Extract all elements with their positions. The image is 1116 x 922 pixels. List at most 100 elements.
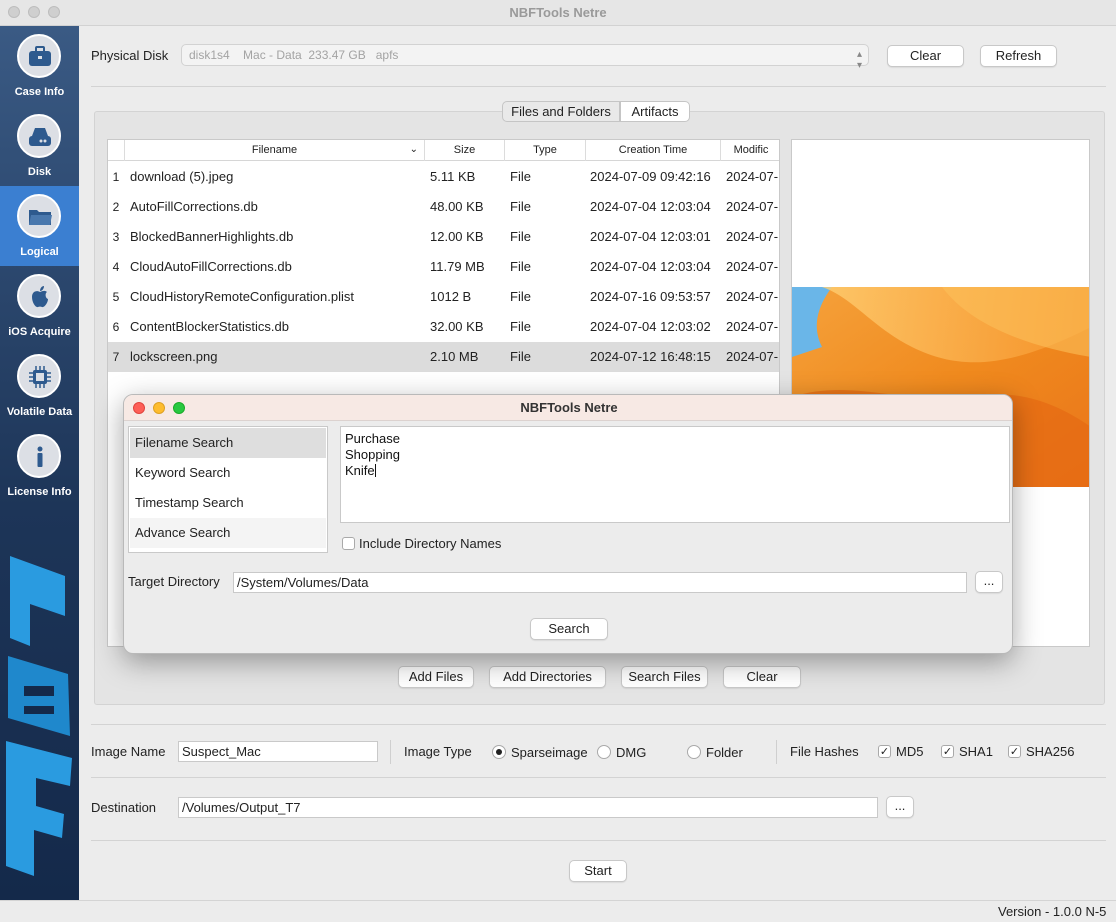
- column-header-label: Filename: [251, 144, 298, 156]
- cell-filename: ContentBlockerStatistics.db: [130, 319, 289, 334]
- hard-disk-icon: [17, 114, 61, 158]
- tab-artifacts[interactable]: Artifacts: [620, 101, 690, 122]
- divider: [91, 86, 1106, 87]
- table-header: Filename ⌄ Size Type Creation Time Modif…: [108, 140, 779, 161]
- cell-type: File: [510, 229, 531, 244]
- sha1-checkbox[interactable]: ✓: [941, 745, 954, 758]
- cell-creation-time: 2024-07-04 12:03:02: [590, 319, 711, 334]
- chevron-updown-icon: ▴ ▾: [856, 49, 862, 71]
- start-button[interactable]: Start: [569, 860, 627, 882]
- destination-label: Destination: [91, 800, 157, 815]
- search-type-list: Filename Search Keyword Search Timestamp…: [128, 426, 328, 553]
- disk-clear-button[interactable]: Clear: [887, 45, 964, 67]
- search-term: Purchase: [345, 431, 400, 446]
- image-type-label: Image Type: [404, 744, 472, 759]
- table-row[interactable]: 7 lockscreen.png 2.10 MB File 2024-07-12 16:…: [108, 342, 779, 372]
- nbf-logo: [6, 556, 72, 876]
- column-header-type[interactable]: Type: [504, 140, 585, 161]
- sidebar-item-volatile-data[interactable]: Volatile Data: [0, 346, 79, 426]
- files-clear-button[interactable]: Clear: [723, 666, 801, 688]
- table-row[interactable]: 6 ContentBlockerStatistics.db 32.00 KB File…: [108, 312, 779, 342]
- cell-modified: 2024-07-: [726, 349, 779, 364]
- cell-filename: CloudAutoFillCorrections.db: [130, 259, 292, 274]
- cell-filename: CloudHistoryRemoteConfiguration.plist: [130, 289, 354, 304]
- physical-disk-label: Physical Disk: [91, 48, 169, 63]
- image-type-folder-radio[interactable]: [687, 745, 701, 759]
- cell-modified: 2024-07-: [726, 229, 779, 244]
- image-type-sparseimage-radio[interactable]: [492, 745, 506, 759]
- cell-creation-time: 2024-07-04 12:03:01: [590, 229, 711, 244]
- column-header-creation-time[interactable]: Creation Time: [585, 140, 720, 161]
- target-directory-label: Target Directory: [128, 574, 220, 589]
- search-terms-textarea[interactable]: Purchase Shopping Knife: [340, 426, 1010, 523]
- table-row[interactable]: 2 AutoFillCorrections.db 48.00 KB File 2024-…: [108, 192, 779, 222]
- sidebar-item-case-info[interactable]: Case Info: [0, 26, 79, 106]
- row-number: 1: [112, 170, 120, 184]
- search-type-advance[interactable]: Advance Search: [130, 518, 326, 548]
- cell-filename: download (5).jpeg: [130, 169, 234, 184]
- apple-icon: [17, 274, 61, 318]
- sidebar-item-logical[interactable]: Logical: [0, 186, 79, 266]
- search-type-timestamp[interactable]: Timestamp Search: [130, 488, 326, 518]
- sidebar-item-license-info[interactable]: License Info: [0, 426, 79, 506]
- chip-icon: [17, 354, 61, 398]
- sha1-label: SHA1: [959, 744, 993, 759]
- cell-creation-time: 2024-07-09 09:42:16: [590, 169, 711, 184]
- cell-filename: AutoFillCorrections.db: [130, 199, 258, 214]
- cell-size: 11.79 MB: [430, 259, 485, 274]
- include-directory-names-label: Include Directory Names: [359, 536, 502, 551]
- status-bar: Version - 1.0.0 N-5: [0, 900, 1116, 922]
- cell-filename: BlockedBannerHighlights.db: [130, 229, 294, 244]
- cell-type: File: [510, 199, 531, 214]
- file-hashes-label: File Hashes: [790, 744, 859, 759]
- image-name-field[interactable]: Suspect_Mac: [178, 741, 378, 762]
- chevron-down-icon: ⌄: [409, 144, 418, 155]
- destination-browse-button[interactable]: ...: [886, 796, 914, 818]
- divider: [91, 724, 1106, 725]
- cell-type: File: [510, 289, 531, 304]
- row-number: 3: [112, 230, 120, 244]
- cell-modified: 2024-07-: [726, 259, 779, 274]
- table-row[interactable]: 4 CloudAutoFillCorrections.db 11.79 MB File…: [108, 252, 779, 282]
- table-row[interactable]: 3 BlockedBannerHighlights.db 12.00 KB File 2…: [108, 222, 779, 252]
- sidebar-item-disk[interactable]: Disk: [0, 106, 79, 186]
- folder-icon: [17, 194, 61, 238]
- include-directory-names-checkbox[interactable]: [342, 537, 355, 550]
- cell-modified: 2024-07-: [726, 319, 779, 334]
- cell-creation-time: 2024-07-04 12:03:04: [590, 199, 711, 214]
- search-type-keyword[interactable]: Keyword Search: [130, 458, 326, 488]
- image-type-sparseimage-label: Sparseimage: [511, 745, 588, 760]
- title-bar: NBFTools Netre: [0, 0, 1116, 26]
- table-row[interactable]: 5 CloudHistoryRemoteConfiguration.plist 10…: [108, 282, 779, 312]
- image-type-dmg-label: DMG: [616, 745, 647, 760]
- target-directory-browse-button[interactable]: ...: [975, 571, 1003, 593]
- column-header-filename[interactable]: Filename ⌄: [124, 140, 424, 161]
- divider: [390, 740, 391, 764]
- cell-size: 48.00 KB: [430, 199, 484, 214]
- search-term: Knife: [345, 463, 375, 478]
- search-button[interactable]: Search: [530, 618, 608, 640]
- sidebar-item-label: iOS Acquire: [8, 326, 71, 338]
- search-files-button[interactable]: Search Files: [621, 666, 708, 688]
- divider: [776, 740, 777, 764]
- add-files-button[interactable]: Add Files: [398, 666, 474, 688]
- table-row[interactable]: 1 download (5).jpeg 5.11 KB File 2024-07-09 …: [108, 162, 779, 192]
- row-number: 7: [112, 350, 120, 364]
- image-type-dmg-radio[interactable]: [597, 745, 611, 759]
- cell-modified: 2024-07-: [726, 289, 779, 304]
- add-directories-button[interactable]: Add Directories: [489, 666, 606, 688]
- search-type-filename[interactable]: Filename Search: [130, 428, 326, 458]
- physical-disk-select[interactable]: disk1s4 Mac - Data 233.47 GB apfs ▴ ▾: [181, 44, 869, 71]
- tab-files-and-folders[interactable]: Files and Folders: [502, 101, 620, 122]
- column-header-modified[interactable]: Modific: [720, 140, 779, 161]
- md5-checkbox[interactable]: ✓: [878, 745, 891, 758]
- destination-field[interactable]: /Volumes/Output_T7: [178, 797, 878, 818]
- cell-size: 5.11 KB: [430, 169, 476, 184]
- target-directory-field[interactable]: /System/Volumes/Data: [233, 572, 967, 593]
- sha256-checkbox[interactable]: ✓: [1008, 745, 1021, 758]
- sidebar-item-ios-acquire[interactable]: iOS Acquire: [0, 266, 79, 346]
- cell-creation-time: 2024-07-12 16:48:15: [590, 349, 711, 364]
- divider: [91, 777, 1106, 778]
- column-header-size[interactable]: Size: [424, 140, 504, 161]
- refresh-button[interactable]: Refresh: [980, 45, 1057, 67]
